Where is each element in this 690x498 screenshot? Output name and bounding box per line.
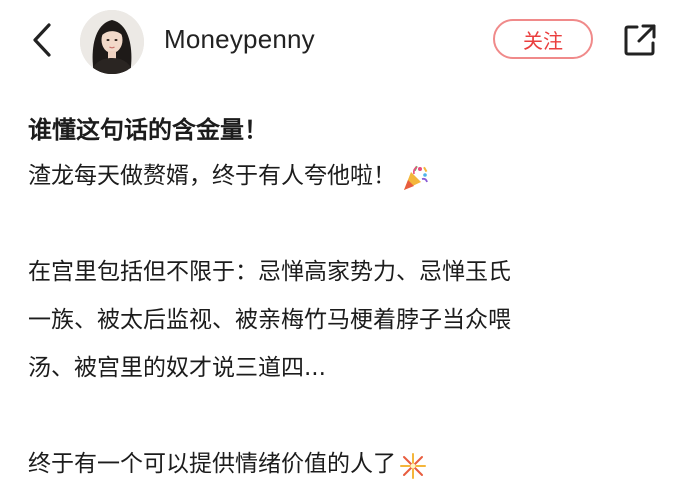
share-button[interactable] [620, 20, 660, 60]
party-popper-icon [400, 162, 430, 192]
share-icon [624, 24, 656, 56]
username[interactable]: Moneypenny [164, 24, 315, 55]
post-line-text: 渣龙每天做赘婿，终于有人夸他啦！ [28, 163, 396, 189]
post-line: 一族、被太后监视、被亲梅竹马梗着脖子当众喂 [28, 307, 511, 333]
post-line: 汤、被宫里的奴才说三道四... [28, 355, 326, 381]
post-line: 渣龙每天做赘婿，终于有人夸他啦！ [28, 152, 668, 200]
post-line: 在宫里包括但不限于：忌惮高家势力、忌惮玉氏 [28, 259, 511, 285]
post-line: 终于有一个可以提供情绪价值的人了 [28, 440, 668, 488]
chevron-left-icon [33, 23, 51, 57]
follow-button[interactable]: 关注 [493, 19, 593, 59]
back-button[interactable] [26, 20, 58, 60]
post-body: 谁懂这句话的含金量！ 渣龙每天做赘婿，终于有人夸他啦！ 在宫里包括但不限于：忌惮… [28, 112, 668, 488]
post-header: Moneypenny 关注 [0, 0, 690, 82]
post-title: 谁懂这句话的含金量！ [28, 116, 268, 144]
fireworks-icon [398, 450, 428, 480]
avatar[interactable] [80, 10, 144, 74]
avatar-image [80, 10, 144, 74]
post-line-text: 终于有一个可以提供情绪价值的人了 [28, 451, 396, 477]
post-paragraph-1: 渣龙每天做赘婿，终于有人夸他啦！ 在宫里包括但不限于：忌惮高家势力、忌惮玉氏 一… [28, 152, 668, 488]
